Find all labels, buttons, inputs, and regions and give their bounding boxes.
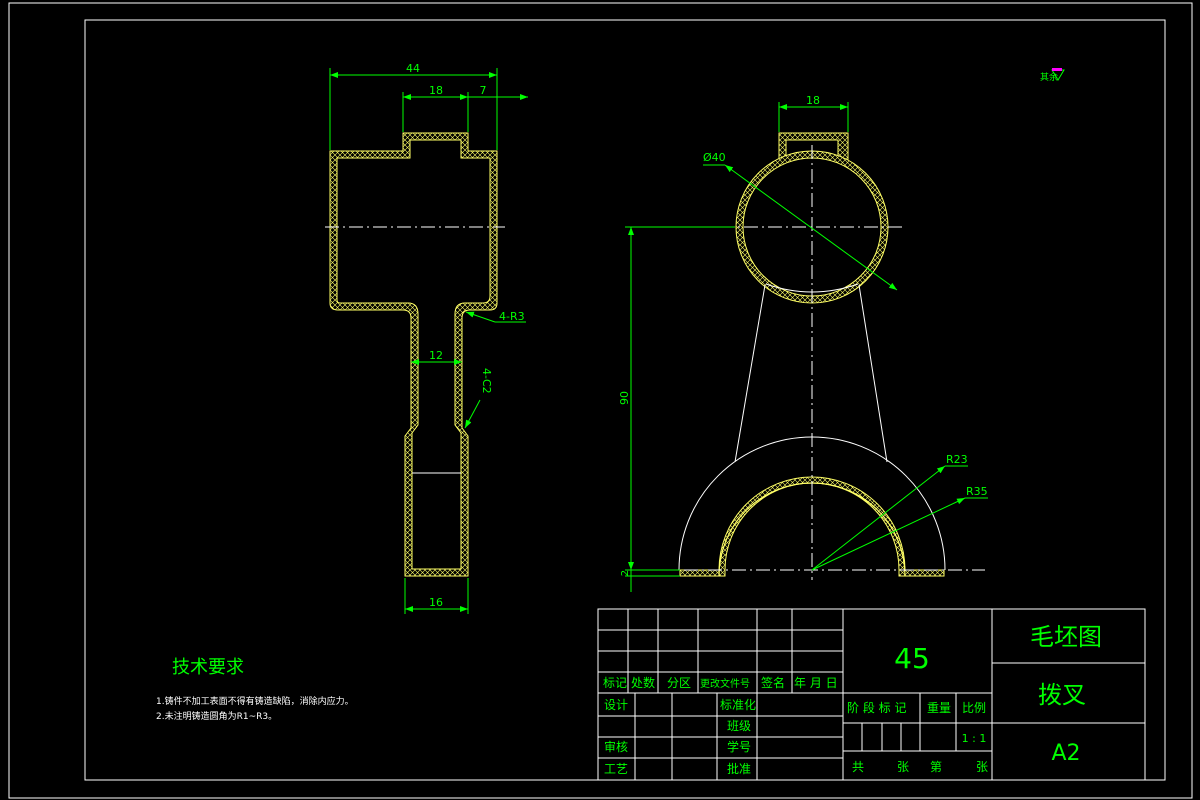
tb-weight: 重量 [927,701,951,715]
tb-change-doc: 更改文件号 [700,677,750,690]
tb-sheet-unit2: 张 [976,760,988,774]
dim-bore-diameter: Ø40 [703,151,726,164]
tb-sheets-total: 共 [852,760,864,774]
dim-inner-radius: R23 [946,453,968,466]
fillet-note: 4-R3 [499,310,525,323]
tb-drawing-type: 毛坯图 [1030,623,1102,651]
dim-base-thickness: 2 [620,570,631,576]
dim-overall-width: 44 [406,62,420,75]
tb-approve: 批准 [727,761,751,776]
tb-sheet-size: A2 [1051,741,1080,766]
dim-boss-width: 18 [806,94,820,107]
tb-scale: 1 : 1 [962,732,987,745]
tb-material: 45 [894,642,930,675]
left-view-outline [329,132,498,577]
tb-part-name: 拨叉 [1038,681,1086,709]
dim-neck-width: 12 [429,349,443,362]
tb-count: 处数 [631,675,655,690]
outer-arch [678,436,946,571]
tb-sheets-unit: 张 [897,760,909,774]
tb-design: 设计 [604,698,628,712]
tb-stage-mark: 阶 段 标 记 [847,700,906,715]
tb-date: 年 月 日 [794,676,838,690]
tb-signature: 签名 [761,675,785,690]
tb-zone: 分区 [667,676,691,690]
right-view: 18 Ø40 90 2 R23 R35 [618,94,988,592]
tb-mark: 标记 [603,676,627,690]
tech-req-item-1: 1.铸件不加工表面不得有铸造缺陷，消除内应力。 [156,695,354,707]
dim-right-offset: 7 [480,84,487,97]
outer-border [8,2,1193,799]
tech-req-item-2: 2.未注明铸造圆角为R1~R3。 [156,710,277,722]
dim-top-boss-width: 18 [429,84,443,97]
svg-text:其余: 其余 [1040,71,1058,83]
dim-outer-radius: R35 [966,485,988,498]
left-view: 44 18 7 12 16 4-R3 4-C2 [325,62,528,614]
dim-center-distance: 90 [618,391,631,405]
chamfer-note: 4-C2 [480,368,493,394]
tb-student-no: 学号 [727,739,751,754]
tech-req-title: 技术要求 [172,657,244,678]
tb-standardize: 标准化 [720,698,756,712]
tb-review: 审核 [604,739,628,754]
tb-class: 班级 [727,719,751,733]
surface-roughness-mark: 其余 [1040,68,1065,83]
drawing-canvas: 44 18 7 12 16 4-R3 4-C2 18 Ø40 90 2 R23 … [8,2,1193,799]
title-block: 标记 处数 分区 更改文件号 签名 年 月 日 设计 标准化 班级 审核 学号 … [597,608,1146,781]
tb-ratio: 比例 [962,701,986,715]
tb-sheet-no: 第 [930,760,942,774]
dim-bottom-width: 16 [429,596,443,609]
tb-process: 工艺 [604,762,628,776]
